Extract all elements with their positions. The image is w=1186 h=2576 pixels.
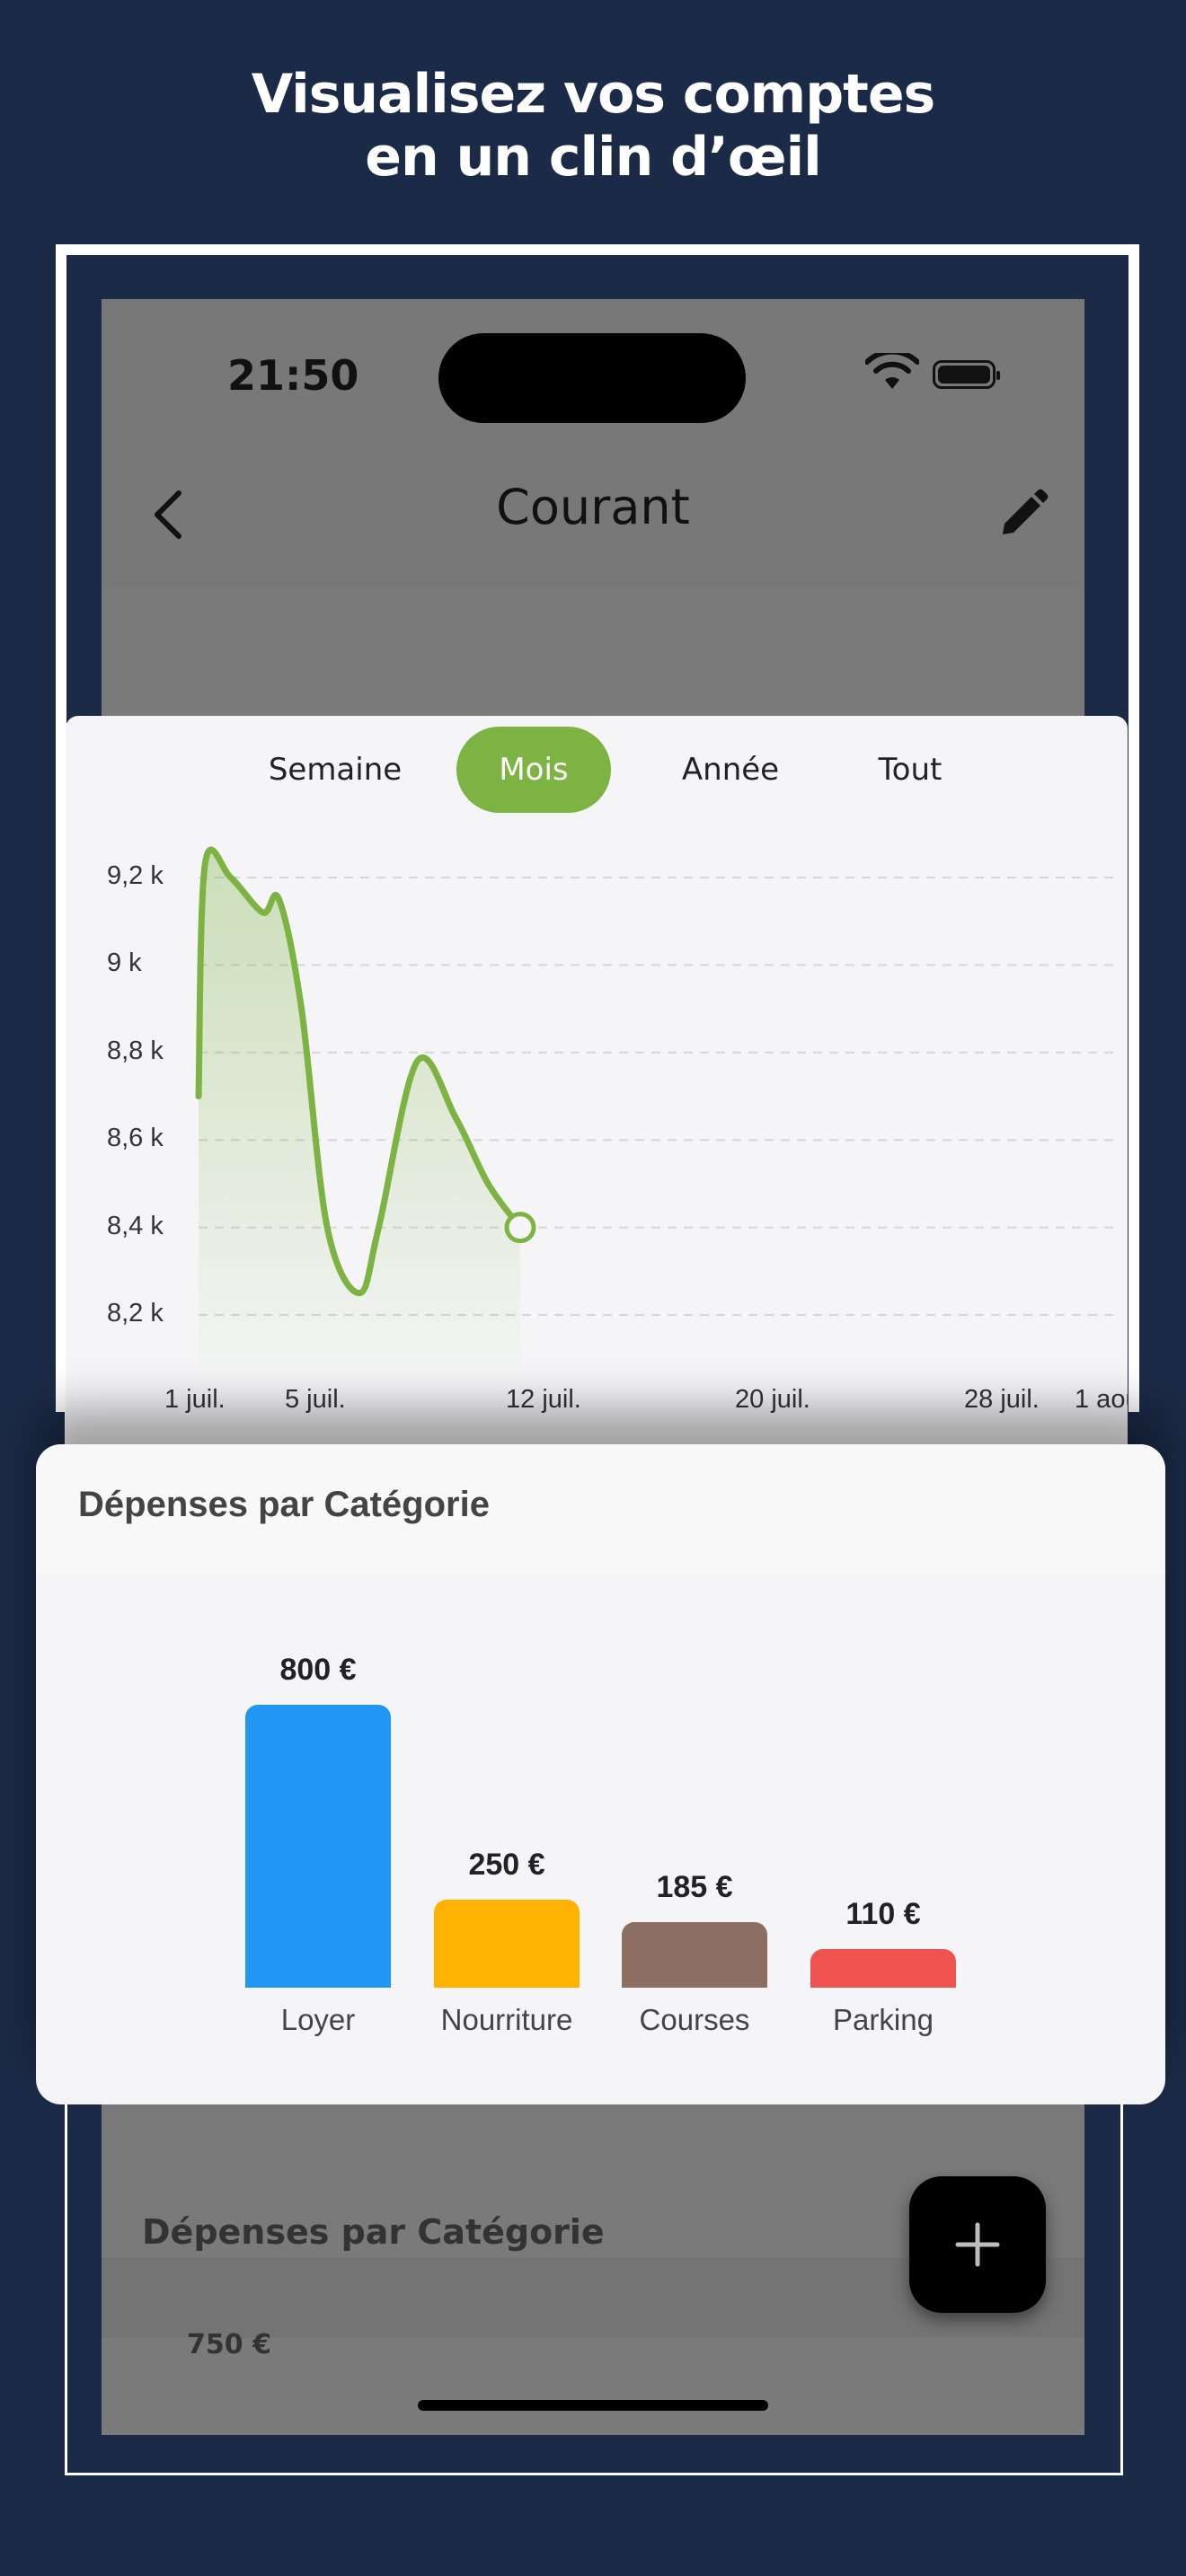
bar-nourriture[interactable] [434,1899,580,1988]
page-title: Courant [496,479,690,535]
wifi-icon [865,353,919,389]
status-time: 21:50 [227,351,359,400]
plus-icon [955,2222,1000,2267]
expenses-card-title: Dépenses par Catégorie [78,1485,490,1524]
battery-icon [933,360,1000,389]
bar-category-label: Loyer [280,2003,356,2036]
dynamic-island [438,333,746,423]
bar-value-label: 800 € [279,1653,357,1687]
balance-chart-card: Semaine Mois Année Tout 9,2 k 9 k 8,8 k … [66,716,1128,1461]
expenses-by-category-card: Dépenses par Catégorie 800 € Loyer 250 € No… [36,1444,1165,2104]
bar-value-label: 185 € [656,1870,733,1905]
background-section-value: 750 € [187,2329,271,2354]
bar-courses[interactable] [622,1922,767,1988]
balance-line-chart [195,846,1115,1369]
promo-headline: Visualisez vos comptes en un clin d’œil [0,63,1186,189]
add-button[interactable] [909,2176,1046,2313]
bar-loyer[interactable] [245,1705,391,1988]
balance-end-point[interactable] [504,1212,536,1244]
bar-category-label: Nourriture [440,2003,573,2036]
bar-value-label: 110 € [845,1896,921,1931]
background-section-title: Dépenses par Catégorie [142,2212,605,2252]
bar-value-label: 250 € [468,1847,545,1882]
bar-category-label: Parking [833,2003,934,2036]
edit-pencil-icon[interactable] [996,488,1049,542]
headline-line-1: Visualisez vos comptes [251,63,936,126]
bar-category-label: Courses [639,2003,750,2036]
bar-parking[interactable] [810,1948,956,1988]
home-indicator [418,2400,768,2411]
headline-line-2: en un clin d’œil [365,126,821,189]
